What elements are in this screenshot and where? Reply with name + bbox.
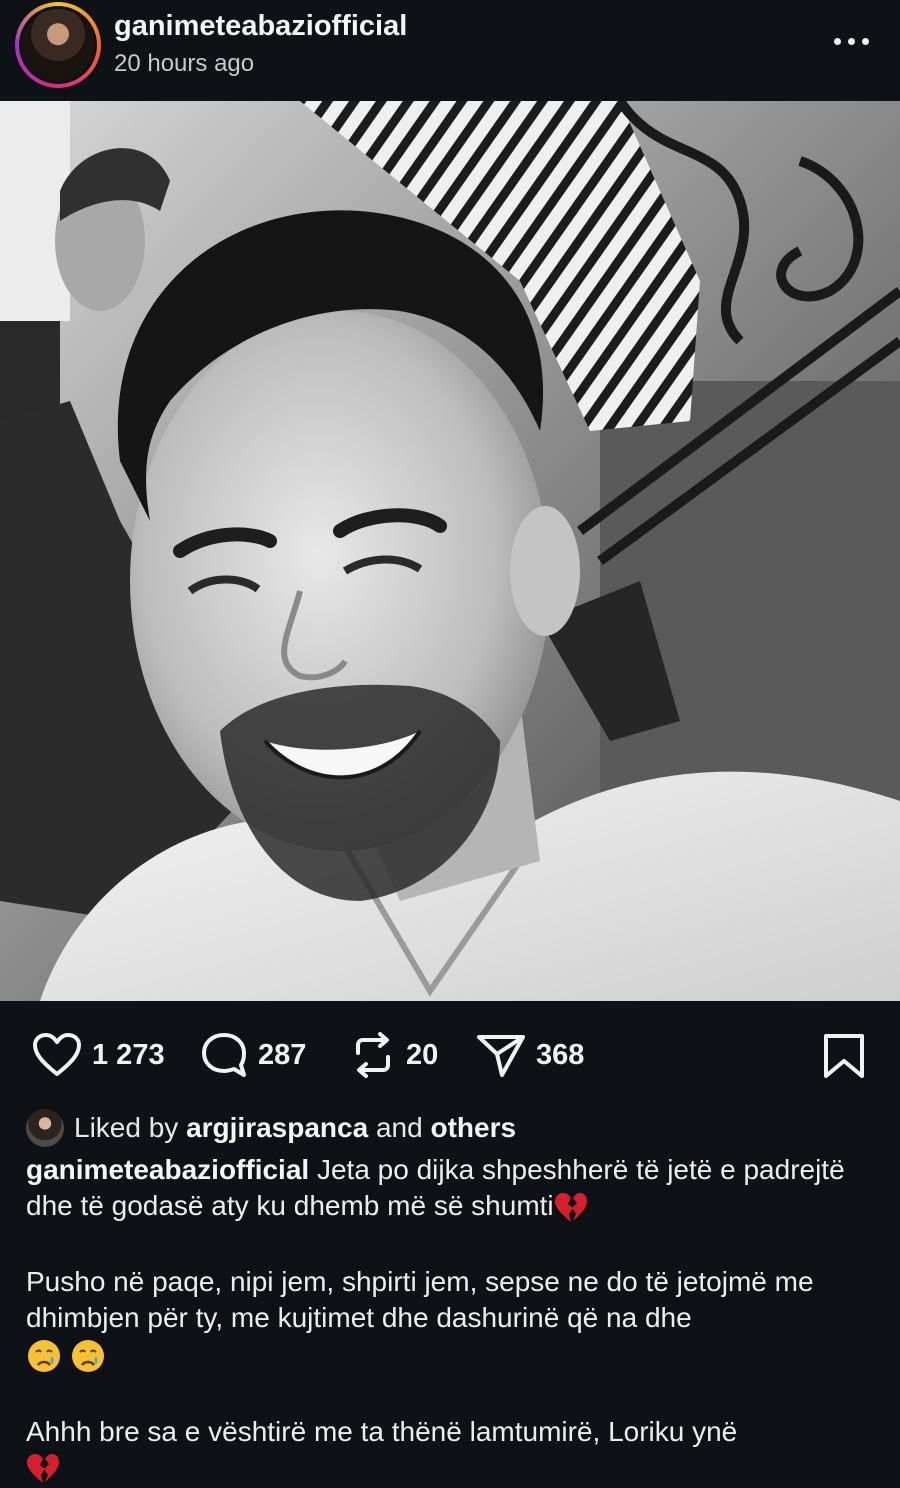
post-username[interactable]: ganimeteabaziofficial bbox=[114, 10, 407, 43]
repost-icon bbox=[356, 1032, 390, 1078]
like-count: 1 273 bbox=[92, 1038, 165, 1071]
save-button[interactable] bbox=[822, 1033, 866, 1084]
share-button[interactable]: 368 bbox=[476, 1031, 584, 1079]
broken-heart-icon bbox=[554, 1192, 587, 1222]
post-timestamp: 20 hours ago bbox=[114, 50, 255, 77]
caption-paragraph-2: Pusho në paqe, nipi jem, shpirti jem, se… bbox=[26, 1264, 876, 1374]
post-photo[interactable] bbox=[0, 101, 900, 1001]
liked-by-others[interactable]: others bbox=[430, 1112, 516, 1144]
comment-count: 287 bbox=[258, 1038, 307, 1071]
like-button[interactable]: 1 273 bbox=[32, 1031, 165, 1079]
liked-by-prefix: Liked by bbox=[74, 1112, 179, 1143]
repost-button[interactable]: 20 bbox=[350, 1031, 438, 1079]
caption-line-3: Ahhh bre sa e vështirë me ta thënë lamtu… bbox=[26, 1415, 738, 1447]
liked-by-user[interactable]: argjiraspanca bbox=[186, 1112, 368, 1144]
crying-face-icon-2 bbox=[71, 1339, 104, 1372]
avatar-image bbox=[22, 9, 94, 81]
heart-icon bbox=[33, 1033, 81, 1076]
crying-face-icon bbox=[28, 1339, 60, 1372]
bookmark-icon bbox=[824, 1034, 864, 1078]
profile-avatar[interactable] bbox=[15, 2, 101, 88]
repost-count: 20 bbox=[406, 1038, 439, 1071]
broken-heart-icon-2 bbox=[27, 1454, 59, 1484]
send-icon bbox=[477, 1035, 525, 1077]
caption-author[interactable]: ganimeteabaziofficial bbox=[26, 1154, 309, 1185]
caption-paragraph-1: ganimeteabaziofficial Jeta po dijka shpe… bbox=[26, 1152, 876, 1224]
liker-avatar bbox=[26, 1109, 64, 1147]
post-header: ganimeteabaziofficial 20 hours ago bbox=[0, 0, 900, 101]
post-caption: ganimeteabaziofficial Jeta po dijka shpe… bbox=[26, 1152, 876, 1486]
more-options-icon[interactable] bbox=[834, 38, 870, 48]
caption-paragraph-3: Ahhh bre sa e vështirë me ta thënë lamtu… bbox=[26, 1414, 876, 1486]
comment-button[interactable]: 287 bbox=[200, 1031, 306, 1079]
share-count: 368 bbox=[536, 1038, 585, 1071]
comment-bubble-icon bbox=[202, 1033, 246, 1077]
action-bar: 1 273 287 20 368 bbox=[0, 1001, 900, 1101]
liked-by-connector: and bbox=[375, 1112, 423, 1143]
liked-by-row[interactable]: Liked by argjiraspanca and others bbox=[26, 1108, 516, 1148]
caption-line-2: Pusho në paqe, nipi jem, shpirti jem, se… bbox=[26, 1266, 814, 1333]
portrait-photo-illustration bbox=[0, 101, 900, 1001]
